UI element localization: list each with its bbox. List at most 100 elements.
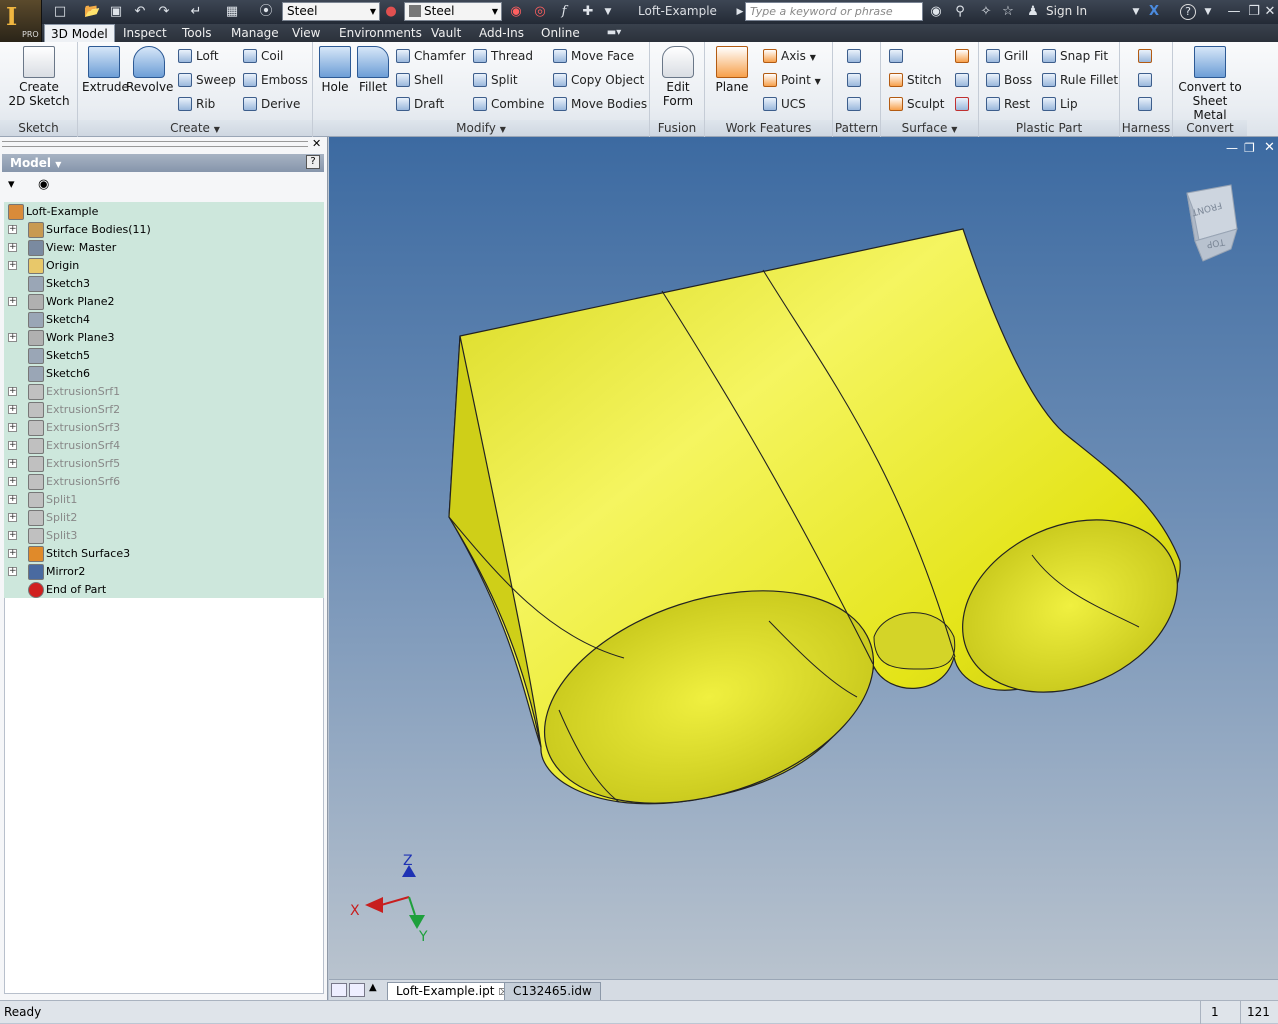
- delete-face-button[interactable]: [955, 95, 973, 113]
- loft-model[interactable]: [448, 228, 1205, 842]
- color-wheel-icon[interactable]: ●: [383, 4, 399, 20]
- browser-grip[interactable]: [2, 141, 308, 147]
- thicken-button[interactable]: [889, 47, 907, 65]
- parameters-icon[interactable]: f: [556, 4, 572, 20]
- rule-fillet-button[interactable]: Rule Fillet: [1042, 71, 1118, 89]
- combine-button[interactable]: Combine: [473, 95, 544, 113]
- doc-tab-loft-example[interactable]: Loft-Example.ipt ⌧: [387, 982, 518, 1000]
- plane-button[interactable]: Plane: [711, 46, 753, 94]
- circular-pattern-button[interactable]: [847, 71, 865, 89]
- hole-button[interactable]: Hole: [317, 46, 353, 94]
- snap-fit-button[interactable]: Snap Fit: [1042, 47, 1108, 65]
- fillet-button[interactable]: Fillet: [355, 46, 391, 94]
- move-face-button[interactable]: Move Face: [553, 47, 634, 65]
- tile-grid-icon[interactable]: [349, 983, 365, 997]
- expand-toggle-icon[interactable]: +: [8, 225, 17, 234]
- thread-button[interactable]: Thread: [473, 47, 533, 65]
- redo-icon[interactable]: ↷: [156, 4, 172, 20]
- grill-button[interactable]: Grill: [986, 47, 1028, 65]
- harness-delete-button[interactable]: [1138, 95, 1156, 113]
- ucs-button[interactable]: UCS: [763, 95, 806, 113]
- satellite-icon[interactable]: ✧: [978, 4, 994, 20]
- expand-toggle-icon[interactable]: +: [8, 261, 17, 270]
- tab-environments[interactable]: Environments: [333, 24, 428, 42]
- tab-manage[interactable]: Manage: [225, 24, 285, 42]
- tile-horizontal-icon[interactable]: [331, 983, 347, 997]
- chamfer-button[interactable]: Chamfer: [396, 47, 466, 65]
- application-menu-button[interactable]: I PRO: [0, 0, 42, 42]
- expand-toggle-icon[interactable]: +: [8, 567, 17, 576]
- expand-toggle-icon[interactable]: +: [8, 477, 17, 486]
- emboss-button[interactable]: Emboss: [243, 71, 308, 89]
- tab-vault[interactable]: Vault: [425, 24, 467, 42]
- minimize-icon[interactable]: —: [1226, 4, 1242, 20]
- move-bodies-button[interactable]: Move Bodies: [553, 95, 647, 113]
- panel-label-surface[interactable]: Surface ▼: [881, 120, 978, 136]
- stitch-button[interactable]: Stitch: [889, 71, 942, 89]
- harness-point-button[interactable]: [1138, 47, 1156, 65]
- panel-label-create[interactable]: Create ▼: [78, 120, 312, 136]
- panel-label-modify[interactable]: Modify ▼: [313, 120, 649, 136]
- expand-toggle-icon[interactable]: +: [8, 513, 17, 522]
- tab-add-ins[interactable]: Add-Ins: [473, 24, 530, 42]
- draft-button[interactable]: Draft: [396, 95, 444, 113]
- convert-to-sheet-metal-button[interactable]: Convert to Sheet Metal: [1175, 46, 1245, 122]
- boss-button[interactable]: Boss: [986, 71, 1032, 89]
- sign-in-link[interactable]: Sign In: [1046, 4, 1087, 18]
- expand-toggle-icon[interactable]: +: [8, 243, 17, 252]
- axis-button[interactable]: Axis ▼: [763, 47, 816, 65]
- filter-icon[interactable]: ▾: [8, 177, 15, 192]
- expand-toggle-icon[interactable]: +: [8, 441, 17, 450]
- expand-toggle-icon[interactable]: +: [8, 405, 17, 414]
- lip-button[interactable]: Lip: [1042, 95, 1078, 113]
- shell-button[interactable]: Shell: [396, 71, 443, 89]
- browser-close-icon[interactable]: ✕: [312, 137, 321, 150]
- adjust-appearance-icon[interactable]: ◉: [508, 4, 524, 20]
- tab-online[interactable]: Online: [535, 24, 586, 42]
- point-button[interactable]: Point ▼: [763, 71, 821, 89]
- undo-icon[interactable]: ↶: [132, 4, 148, 20]
- select-priority-icon[interactable]: ⦿: [258, 4, 274, 20]
- tab-view[interactable]: View: [286, 24, 326, 42]
- tab-tools[interactable]: Tools: [176, 24, 218, 42]
- mirror-button[interactable]: [847, 95, 865, 113]
- rest-button[interactable]: Rest: [986, 95, 1030, 113]
- update-icon[interactable]: ▦: [224, 4, 240, 20]
- return-icon[interactable]: ↵: [188, 4, 204, 20]
- create-2d-sketch-button[interactable]: Create 2D Sketch: [6, 46, 72, 108]
- save-icon[interactable]: ▣: [108, 4, 124, 20]
- help-icon[interactable]: ?: [1180, 4, 1196, 20]
- expand-toggle-icon[interactable]: +: [8, 495, 17, 504]
- sweep-button[interactable]: Sweep: [178, 71, 236, 89]
- expand-toggle-icon[interactable]: +: [8, 333, 17, 342]
- loft-button[interactable]: Loft: [178, 47, 219, 65]
- copy-object-button[interactable]: Copy Object: [553, 71, 644, 89]
- new-file-icon[interactable]: □: [52, 4, 68, 20]
- derive-button[interactable]: Derive: [243, 95, 300, 113]
- harness-edit-button[interactable]: [1138, 71, 1156, 89]
- binoculars-icon[interactable]: ◉: [928, 4, 944, 20]
- chevron-up-icon[interactable]: ▲: [369, 982, 377, 993]
- restore-icon[interactable]: ❐: [1246, 4, 1262, 20]
- browser-help-icon[interactable]: ?: [306, 155, 320, 169]
- tab-inspect[interactable]: Inspect: [117, 24, 173, 42]
- revolve-button[interactable]: Revolve: [126, 46, 173, 94]
- doc-tab-c132465[interactable]: C132465.idw: [504, 982, 601, 1000]
- expand-toggle-icon[interactable]: +: [8, 459, 17, 468]
- key-icon[interactable]: ⚲: [952, 4, 968, 20]
- exchange-apps-icon[interactable]: X: [1146, 4, 1162, 20]
- patch-button[interactable]: [955, 47, 973, 65]
- binoculars-icon[interactable]: ◉: [38, 177, 49, 192]
- expand-toggle-icon[interactable]: +: [8, 531, 17, 540]
- sign-in-dropdown-icon[interactable]: ▼: [1128, 4, 1144, 20]
- ribbon-options-icon[interactable]: ▬▾: [606, 25, 622, 41]
- help-dropdown-icon[interactable]: ▼: [1200, 4, 1216, 20]
- material-combo[interactable]: Steel ▼: [282, 2, 380, 21]
- edit-form-button[interactable]: Edit Form: [656, 46, 700, 108]
- measure-icon[interactable]: ✚: [580, 4, 596, 20]
- expand-toggle-icon[interactable]: +: [8, 423, 17, 432]
- browser-header[interactable]: Model ▼: [2, 154, 324, 172]
- sculpt-button[interactable]: Sculpt: [889, 95, 944, 113]
- favorites-star-icon[interactable]: ☆: [1000, 4, 1016, 20]
- rectangular-pattern-button[interactable]: [847, 47, 865, 65]
